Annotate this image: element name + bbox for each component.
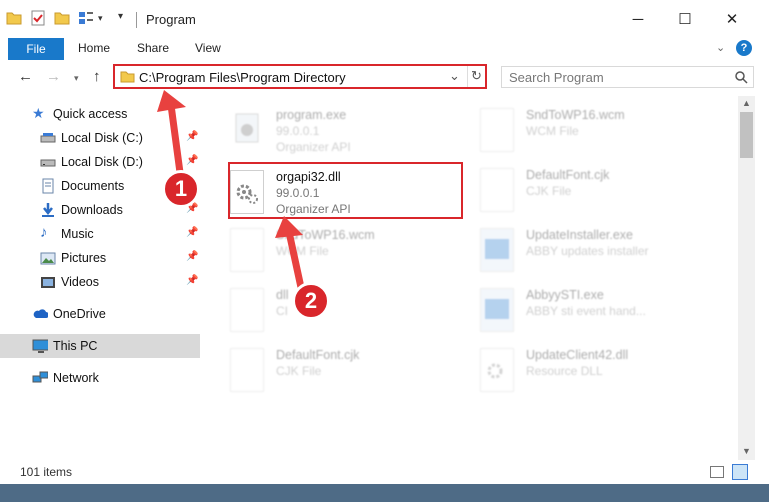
arrow-1-shaft	[167, 101, 185, 184]
arrow-1-head	[157, 90, 186, 112]
arrow-2-shaft	[285, 228, 306, 296]
desktop-background	[0, 484, 769, 502]
step-badge-2: 2	[292, 282, 330, 320]
annotation-arrows	[157, 90, 306, 296]
step-badge-1: 1	[162, 170, 200, 208]
arrow-2-head	[275, 216, 303, 238]
